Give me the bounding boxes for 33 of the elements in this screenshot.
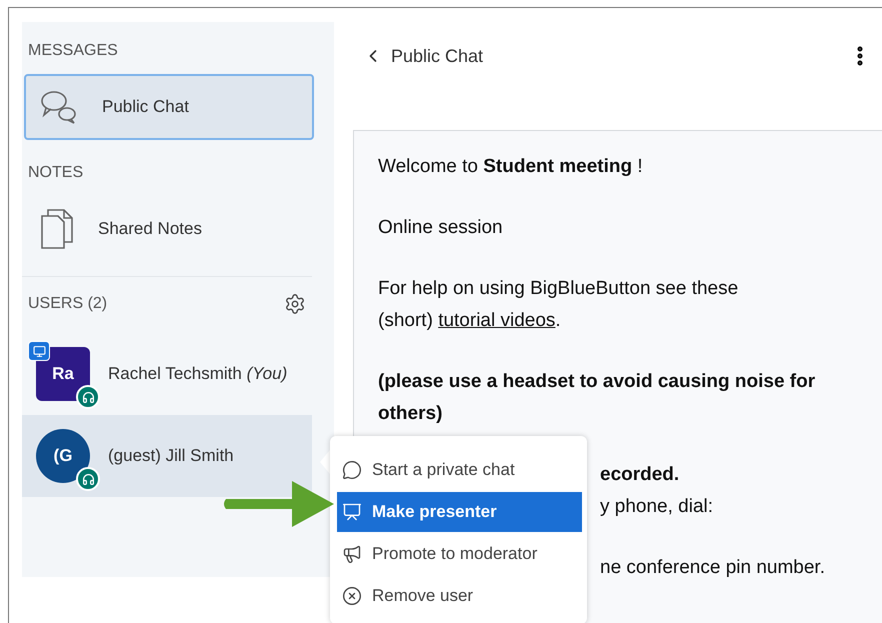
user-name: (guest) Jill Smith (108, 446, 234, 466)
megaphone-icon (342, 544, 362, 564)
section-title: USERS (2) (28, 295, 108, 313)
close-icon (342, 586, 362, 606)
message-text: (short) tutorial videos. (378, 309, 561, 333)
user-row[interactable]: (G (guest) Jill Smith (22, 415, 312, 497)
menu-item[interactable]: Remove user (337, 576, 582, 616)
presentation-icon (342, 502, 362, 522)
menu-item[interactable]: Make presenter (337, 492, 582, 532)
user-name: Rachel Techsmith (You) (108, 364, 288, 384)
message-text: (please use a headset to avoid causing noise for (378, 370, 816, 394)
tutorial-link[interactable]: tutorial videos (438, 310, 556, 331)
settings-icon[interactable] (284, 293, 306, 315)
menu-item[interactable]: Promote to moderator (337, 534, 582, 574)
sidebar-item[interactable]: Public Chat (24, 74, 314, 140)
speech-bubble-icon (342, 460, 362, 480)
chat-bubbles-icon (40, 89, 78, 125)
sidebar-item[interactable]: Shared Notes (24, 196, 314, 262)
message-text: ecorded. (600, 463, 680, 487)
back-link[interactable]: Public Chat (363, 46, 484, 66)
documents-icon (40, 208, 74, 250)
section-title: NOTES (27, 164, 84, 182)
message-text: y phone, dial: (600, 495, 714, 519)
section-title: MESSAGES (27, 42, 119, 60)
message-text: For help on using BigBlueButton see these (378, 277, 738, 301)
message-text: ne conference pin number. (600, 556, 825, 580)
menu-item[interactable]: Start a private chat (337, 450, 582, 490)
headphones-icon (76, 467, 100, 491)
message-text: Welcome to Student meeting ! (378, 155, 643, 179)
user-row[interactable]: Ra Rachel Techsmith (You) (22, 333, 312, 415)
message-text: others) (378, 402, 442, 426)
message-text: Online session (378, 216, 503, 240)
headphones-icon (76, 385, 100, 409)
